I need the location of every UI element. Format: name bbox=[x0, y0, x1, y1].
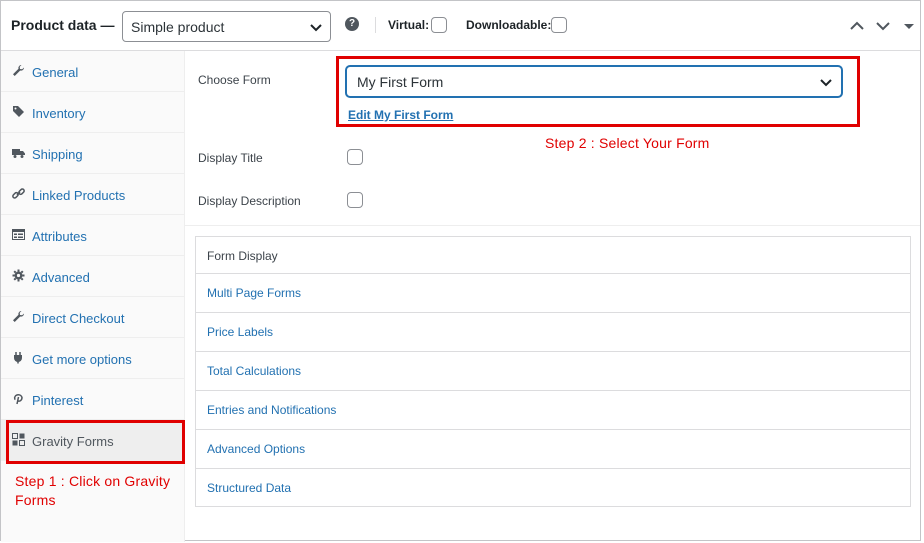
plugin-icon bbox=[12, 351, 25, 364]
product-data-header: Product data — Simple product ? Virtual:… bbox=[1, 1, 920, 51]
list-table-icon bbox=[12, 228, 25, 241]
tab-direct-checkout[interactable]: Direct Checkout bbox=[1, 297, 184, 338]
truck-icon bbox=[12, 146, 25, 159]
tab-linked-products[interactable]: Linked Products bbox=[1, 174, 184, 215]
display-description-checkbox[interactable] bbox=[347, 192, 363, 208]
accordion-item-entries-and-notifications[interactable]: Entries and Notifications bbox=[196, 391, 910, 430]
product-type-select[interactable]: Simple product bbox=[122, 11, 331, 42]
accordion-item-advanced-options[interactable]: Advanced Options bbox=[196, 430, 910, 469]
chevron-down-icon bbox=[308, 19, 324, 38]
toggle-panel-icon[interactable] bbox=[901, 18, 917, 37]
tab-label: Pinterest bbox=[32, 393, 84, 408]
step1-highlight-box bbox=[6, 420, 185, 464]
accordion-item-price-labels[interactable]: Price Labels bbox=[196, 313, 910, 352]
accordion-heading: Form Display bbox=[196, 237, 910, 274]
tab-label: Get more options bbox=[32, 352, 132, 367]
choose-form-label: Choose Form bbox=[198, 73, 271, 87]
form-settings-accordion: Form Display Multi Page Forms Price Labe… bbox=[195, 236, 911, 507]
help-icon[interactable]: ? bbox=[345, 17, 359, 31]
accordion-item-multi-page-forms[interactable]: Multi Page Forms bbox=[196, 274, 910, 313]
tab-advanced[interactable]: Advanced bbox=[1, 256, 184, 297]
accordion-item-label: Price Labels bbox=[207, 325, 274, 339]
move-up-arrow-icon[interactable] bbox=[849, 18, 865, 37]
accordion-item-structured-data[interactable]: Structured Data bbox=[196, 469, 910, 506]
product-data-panel: Product data — Simple product ? Virtual:… bbox=[0, 0, 921, 542]
downloadable-checkbox[interactable] bbox=[551, 17, 567, 33]
step2-annotation: Step 2 : Select Your Form bbox=[545, 135, 710, 151]
step2-highlight-box bbox=[336, 56, 860, 127]
tab-label: Linked Products bbox=[32, 188, 126, 203]
accordion-item-label: Advanced Options bbox=[207, 442, 306, 456]
step1-annotation: Step 1 : Click on Gravity Forms bbox=[15, 472, 170, 510]
virtual-label: Virtual: bbox=[388, 18, 430, 32]
accordion-item-label: Multi Page Forms bbox=[207, 286, 302, 300]
accordion-item-label: Entries and Notifications bbox=[207, 403, 337, 417]
tab-label: Advanced bbox=[32, 270, 90, 285]
product-data-tabs: General Inventory Shipping Linked Produc… bbox=[1, 51, 185, 542]
tab-shipping[interactable]: Shipping bbox=[1, 133, 184, 174]
accordion-heading-label: Form Display bbox=[207, 249, 278, 263]
product-type-value: Simple product bbox=[131, 19, 225, 35]
tab-label: Shipping bbox=[32, 147, 83, 162]
display-title-label: Display Title bbox=[198, 151, 263, 165]
tab-inventory[interactable]: Inventory bbox=[1, 92, 184, 133]
tab-label: Attributes bbox=[32, 229, 87, 244]
link-icon bbox=[12, 187, 25, 200]
product-data-title: Product data — bbox=[11, 17, 115, 33]
display-description-label: Display Description bbox=[198, 194, 301, 208]
accordion-item-label: Total Calculations bbox=[207, 364, 302, 378]
step1-annotation-line2: Forms bbox=[15, 492, 56, 508]
virtual-checkbox[interactable] bbox=[431, 17, 447, 33]
display-title-checkbox[interactable] bbox=[347, 149, 363, 165]
tab-label: Inventory bbox=[32, 106, 86, 121]
accordion-item-label: Structured Data bbox=[207, 481, 292, 495]
wrench-icon bbox=[12, 310, 25, 323]
gear-icon bbox=[12, 269, 25, 282]
step1-annotation-line1: Step 1 : Click on Gravity bbox=[15, 473, 171, 489]
tab-general[interactable]: General bbox=[1, 51, 184, 92]
tag-icon bbox=[12, 105, 25, 118]
tab-get-more-options[interactable]: Get more options bbox=[1, 338, 184, 379]
tab-label: Direct Checkout bbox=[32, 311, 125, 326]
accordion-item-total-calculations[interactable]: Total Calculations bbox=[196, 352, 910, 391]
move-down-arrow-icon[interactable] bbox=[875, 18, 891, 37]
tab-attributes[interactable]: Attributes bbox=[1, 215, 184, 256]
pinterest-icon bbox=[12, 392, 25, 405]
tab-pinterest[interactable]: Pinterest bbox=[1, 379, 184, 420]
section-divider bbox=[185, 225, 920, 226]
header-divider bbox=[375, 17, 376, 33]
downloadable-label: Downloadable: bbox=[466, 18, 552, 32]
wrench-icon bbox=[12, 64, 25, 77]
tab-label: General bbox=[32, 65, 79, 80]
